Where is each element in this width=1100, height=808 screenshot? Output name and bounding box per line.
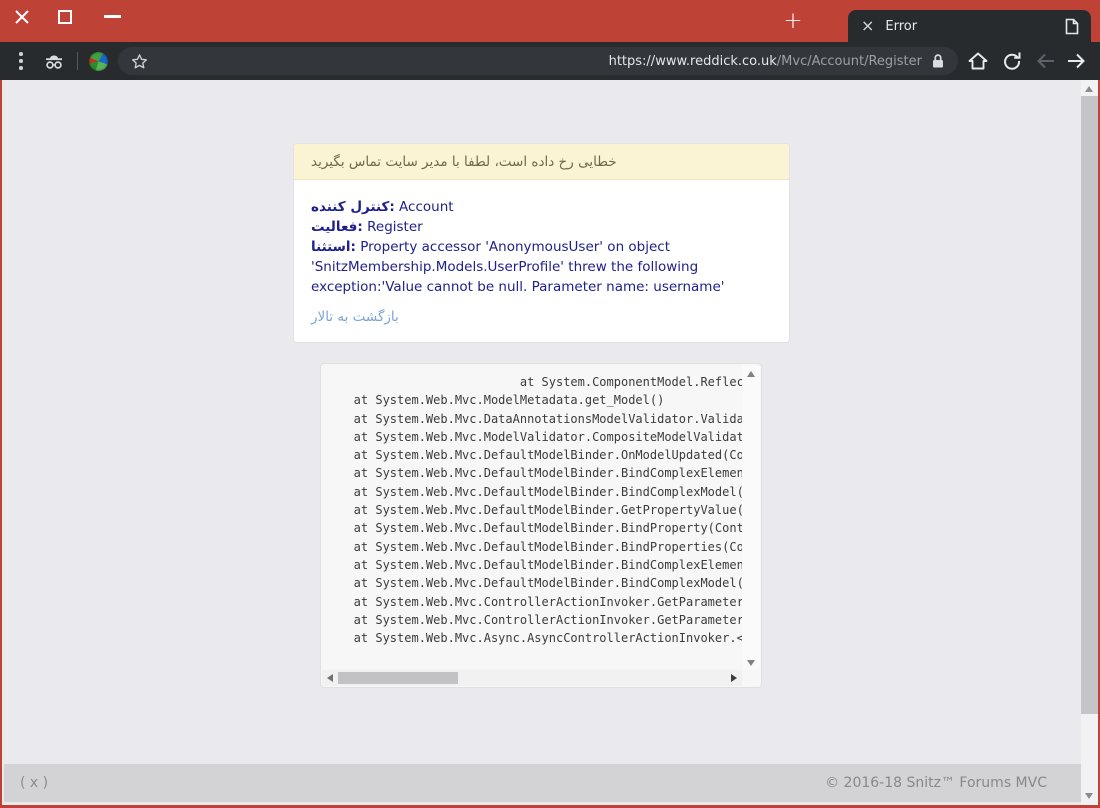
- exception-value: Property accessor 'AnonymousUser' on obj…: [311, 239, 724, 295]
- bookmark-star-icon[interactable]: [130, 52, 149, 71]
- error-alert-header: خطایی رخ داده است، لطفا با مدیر سایت تما…: [294, 144, 789, 180]
- browser-scrollbar[interactable]: [1081, 80, 1098, 805]
- scrollbar-down-icon[interactable]: [1085, 793, 1093, 799]
- scroll-right-icon[interactable]: [731, 674, 737, 682]
- scrollbar-thumb[interactable]: [1081, 96, 1098, 714]
- forward-arrow-icon: [1064, 49, 1088, 73]
- menu-kebab-icon[interactable]: [19, 52, 23, 70]
- window-minimize-button[interactable]: [104, 15, 121, 18]
- reload-button[interactable]: [1000, 49, 1024, 73]
- close-icon: [12, 7, 32, 27]
- action-label: فعالیت:: [311, 219, 363, 235]
- address-bar[interactable]: https://www.reddick.co.uk/Mvc/Account/Re…: [118, 47, 958, 75]
- url-text[interactable]: https://www.reddick.co.uk/Mvc/Account/Re…: [149, 54, 922, 69]
- scroll-left-icon[interactable]: [327, 674, 333, 682]
- tab-title: Error: [885, 19, 1065, 34]
- toolbar-separator: [77, 52, 78, 70]
- error-alert-body: کنترل کننده: Account فعالیت: Register اس…: [294, 180, 789, 342]
- scrollbar-up-icon[interactable]: [1085, 86, 1093, 92]
- lock-icon[interactable]: [931, 53, 945, 69]
- new-tab-button[interactable]: +: [778, 10, 808, 34]
- page-favicon-icon: [1065, 18, 1079, 35]
- forward-button: [1034, 49, 1058, 73]
- exception-label: استثنا:: [311, 239, 356, 255]
- stack-trace-panel: at System.ComponentModel.Reflect at Syst…: [320, 363, 762, 688]
- controller-value: Account: [399, 199, 454, 215]
- copyright-text: © 2016-18 Snitz™ Forums MVC: [825, 775, 1047, 791]
- trace-vertical-scrollbar[interactable]: [742, 365, 760, 670]
- scroll-up-icon[interactable]: [747, 371, 755, 377]
- home-button[interactable]: [966, 49, 990, 73]
- action-value: Register: [367, 219, 423, 235]
- controller-row: کنترل کننده: Account: [311, 197, 772, 217]
- exception-row: استثنا: Property accessor 'AnonymousUser…: [311, 237, 772, 297]
- action-row: فعالیت: Register: [311, 217, 772, 237]
- page-footer: ( x ) © 2016-18 Snitz™ Forums MVC: [4, 764, 1083, 802]
- controller-label: کنترل کننده:: [311, 199, 395, 215]
- back-arrow-icon: [1034, 49, 1058, 73]
- tab-error[interactable]: × Error: [848, 10, 1091, 42]
- window-maximize-button[interactable]: [58, 10, 72, 24]
- footer-left-text: ( x ): [20, 775, 48, 791]
- back-button[interactable]: [1064, 49, 1088, 73]
- page-viewport: خطایی رخ داده است، لطفا با مدیر سایت تما…: [0, 80, 1100, 808]
- back-to-forum-link[interactable]: بازگشت به تالار: [311, 307, 399, 327]
- incognito-icon: [42, 50, 66, 76]
- browser-toolbar: https://www.reddick.co.uk/Mvc/Account/Re…: [0, 42, 1100, 80]
- scroll-down-icon[interactable]: [747, 660, 755, 666]
- url-host: https://www.reddick.co.uk: [609, 54, 777, 69]
- horizontal-scroll-thumb[interactable]: [338, 672, 458, 684]
- tab-close-icon[interactable]: ×: [861, 18, 874, 34]
- reload-icon: [1000, 49, 1024, 73]
- url-path: /Mvc/Account/Register: [777, 54, 922, 69]
- stack-trace-text: at System.ComponentModel.Reflect at Syst…: [322, 365, 742, 670]
- browser-window: + × Error: [0, 0, 1100, 808]
- download-manager-icon[interactable]: [89, 52, 108, 71]
- window-close-button[interactable]: [12, 7, 34, 29]
- window-titlebar: + × Error: [0, 0, 1100, 42]
- error-alert-panel: خطایی رخ داده است، لطفا با مدیر سایت تما…: [293, 143, 790, 343]
- home-icon: [966, 49, 990, 73]
- trace-horizontal-scrollbar[interactable]: [322, 670, 742, 686]
